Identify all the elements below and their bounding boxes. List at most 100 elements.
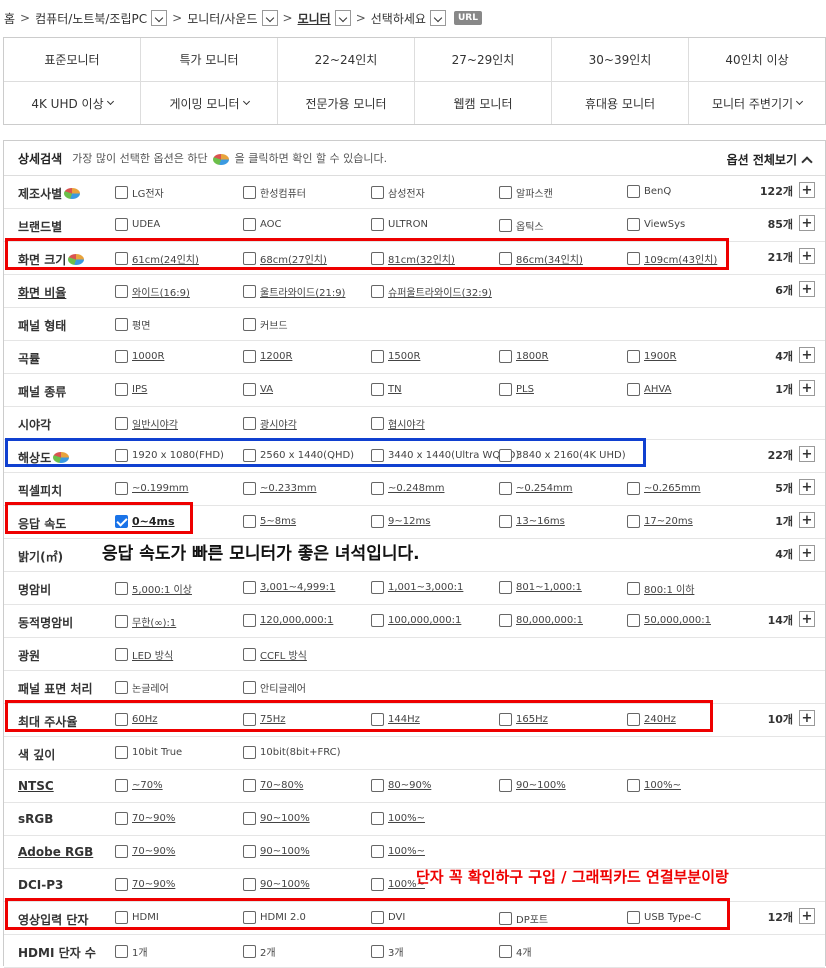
filter-option-label[interactable]: 3840 x 2160(4K UHD) <box>516 450 626 461</box>
filter-checkbox[interactable] <box>371 252 384 265</box>
filter-option[interactable]: 90~100% <box>243 812 310 825</box>
filter-option[interactable]: 70~90% <box>115 845 175 858</box>
filter-label[interactable]: 픽셀피치 <box>18 482 62 499</box>
filter-label[interactable]: 색 깊이 <box>18 746 55 763</box>
filter-checkbox[interactable] <box>499 219 512 232</box>
filter-option[interactable]: 1500R <box>371 350 420 363</box>
filter-checkbox[interactable] <box>243 845 256 858</box>
filter-checkbox[interactable] <box>115 186 128 199</box>
filter-option-label[interactable]: 3,001~4,999:1 <box>260 582 335 593</box>
expand-plus-icon[interactable]: + <box>799 182 815 198</box>
filter-checkbox[interactable] <box>115 318 128 331</box>
filter-option[interactable]: 10bit True <box>115 746 182 759</box>
filter-option-label[interactable]: ~0.265mm <box>644 483 701 494</box>
filter-checkbox[interactable] <box>243 318 256 331</box>
filter-checkbox[interactable] <box>499 252 512 265</box>
category-tab[interactable]: 4K UHD 이상 <box>4 82 140 124</box>
filter-option[interactable]: 한성컴퓨터 <box>243 185 306 200</box>
filter-label-text[interactable]: 화면 크기 <box>18 251 66 268</box>
filter-label-text[interactable]: 명암비 <box>18 581 51 598</box>
filter-option[interactable]: 100%~ <box>371 845 425 858</box>
show-all-options-label[interactable]: 옵션 전체보기 <box>727 151 797 168</box>
filter-option[interactable]: 논글레어 <box>115 680 169 695</box>
category-tab-label[interactable]: 전문가용 모니터 <box>305 95 386 112</box>
filter-option[interactable]: 2560 x 1440(QHD) <box>243 449 354 462</box>
filter-option-label[interactable]: 90~100% <box>260 846 310 857</box>
filter-option[interactable]: 3440 x 1440(Ultra WQHD) <box>371 449 519 462</box>
filter-option[interactable]: 17~20ms <box>627 515 693 528</box>
expand-plus-icon[interactable]: + <box>799 545 815 561</box>
filter-checkbox[interactable] <box>243 878 256 891</box>
filter-option[interactable]: 삼성전자 <box>371 185 425 200</box>
filter-option[interactable]: 1920 x 1080(FHD) <box>115 449 224 462</box>
filter-label[interactable]: 패널 형태 <box>18 317 66 334</box>
filter-option[interactable]: ~70% <box>115 779 163 792</box>
filter-option-label[interactable]: 17~20ms <box>644 516 693 527</box>
filter-checkbox[interactable] <box>115 945 128 958</box>
filter-checkbox[interactable] <box>243 186 256 199</box>
filter-checkbox[interactable] <box>627 713 640 726</box>
category-tab[interactable]: 40인치 이상 <box>688 38 825 81</box>
filter-checkbox[interactable] <box>371 713 384 726</box>
filter-option-label[interactable]: 70~80% <box>260 780 303 791</box>
filter-option-label[interactable]: 801~1,000:1 <box>516 582 582 593</box>
filter-option[interactable]: 슈퍼울트라와이드(32:9) <box>371 284 492 299</box>
filter-label-text[interactable]: 밝기(㎡) <box>18 548 63 565</box>
filter-checkbox[interactable] <box>499 945 512 958</box>
filter-option[interactable]: ViewSys <box>627 218 685 231</box>
filter-checkbox[interactable] <box>243 449 256 462</box>
filter-option-label[interactable]: 5,000:1 이상 <box>132 581 192 596</box>
category-tab[interactable]: 게이밍 모니터 <box>140 82 277 124</box>
filter-option[interactable]: 80,000,000:1 <box>499 614 583 627</box>
filter-checkbox[interactable] <box>499 614 512 627</box>
filter-label[interactable]: 시야각 <box>18 416 51 433</box>
filter-option-label[interactable]: 1개 <box>132 944 148 959</box>
filter-checkbox[interactable] <box>243 614 256 627</box>
filter-option[interactable]: 광시야각 <box>243 416 297 431</box>
category-tab-label[interactable]: 웹캠 모니터 <box>453 95 512 112</box>
filter-option-label[interactable]: 10bit True <box>132 747 182 758</box>
filter-option[interactable]: 86cm(34인치) <box>499 251 583 266</box>
chevron-down-icon[interactable] <box>429 10 446 26</box>
filter-option-label[interactable]: ~0.199mm <box>132 483 189 494</box>
filter-option-label[interactable]: ULTRON <box>388 219 428 230</box>
filter-option[interactable]: LG전자 <box>115 185 164 200</box>
filter-option[interactable]: 70~90% <box>115 878 175 891</box>
filter-option-label[interactable]: 1,001~3,000:1 <box>388 582 463 593</box>
filter-option-label[interactable]: 0~4ms <box>132 515 175 528</box>
filter-option-label[interactable]: 75Hz <box>260 714 286 725</box>
filter-option-label[interactable]: LG전자 <box>132 185 164 200</box>
filter-option[interactable]: 1개 <box>115 944 148 959</box>
filter-label-text[interactable]: 패널 형태 <box>18 317 66 334</box>
filter-label[interactable]: 영상입력 단자 <box>18 911 88 928</box>
filter-checkbox[interactable] <box>627 350 640 363</box>
filter-checkbox[interactable] <box>499 350 512 363</box>
filter-option[interactable]: PLS <box>499 383 534 396</box>
filter-checkbox[interactable] <box>115 648 128 661</box>
filter-option-label[interactable]: 90~100% <box>516 780 566 791</box>
category-tab[interactable]: 전문가용 모니터 <box>277 82 414 124</box>
filter-checkbox[interactable] <box>499 482 512 495</box>
breadcrumb-level3[interactable]: 모니터 <box>298 10 351 27</box>
filter-option-label[interactable]: ~0.254mm <box>516 483 573 494</box>
filter-checkbox[interactable] <box>243 218 256 231</box>
filter-option[interactable]: 5,000:1 이상 <box>115 581 192 596</box>
category-tab[interactable]: 모니터 주변기기 <box>688 82 825 124</box>
filter-option-label[interactable]: 1500R <box>388 351 420 362</box>
filter-option[interactable]: 협시야각 <box>371 416 425 431</box>
chevron-down-icon[interactable] <box>242 97 250 106</box>
category-tab[interactable]: 27~29인치 <box>414 38 551 81</box>
filter-label-text[interactable]: sRGB <box>18 812 53 826</box>
filter-checkbox[interactable] <box>499 515 512 528</box>
filter-option-label[interactable]: PLS <box>516 384 534 395</box>
filter-option[interactable]: 무한(∞):1 <box>115 614 176 629</box>
pie-chart-icon[interactable] <box>64 188 81 199</box>
filter-checkbox[interactable] <box>627 482 640 495</box>
filter-option-label[interactable]: TN <box>388 384 402 395</box>
filter-label-text[interactable]: 패널 종류 <box>18 383 66 400</box>
filter-checkbox[interactable] <box>243 812 256 825</box>
filter-checkbox[interactable] <box>243 779 256 792</box>
filter-label[interactable]: 응답 속도 <box>18 515 66 532</box>
filter-checkbox[interactable] <box>115 252 128 265</box>
filter-option[interactable]: ULTRON <box>371 218 428 231</box>
